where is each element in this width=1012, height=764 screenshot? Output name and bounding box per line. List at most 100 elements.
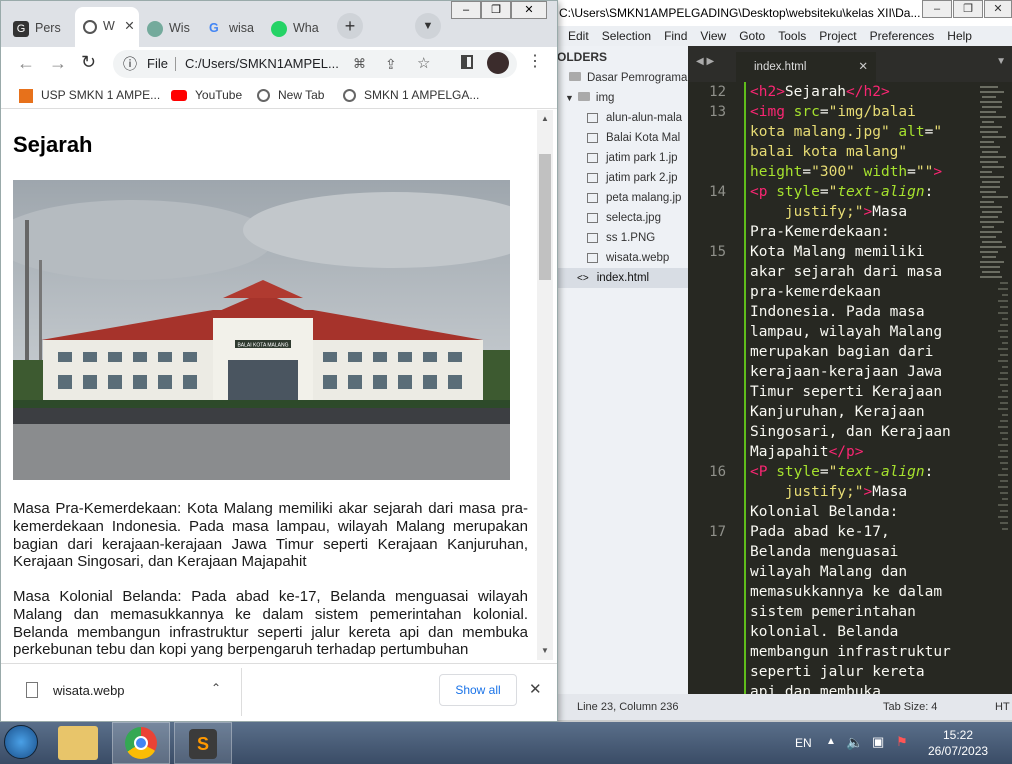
side-panel-icon[interactable] xyxy=(461,55,473,69)
editor-tab-bar: ◀ ▶ index.html ✕ ▼ xyxy=(688,46,1012,82)
line-number: 13 xyxy=(709,104,726,120)
bookmark-youtube[interactable]: YouTube xyxy=(171,81,242,109)
globe-favicon-icon xyxy=(83,19,97,34)
speaker-icon[interactable]: 🔈 xyxy=(846,734,863,751)
tab-active[interactable]: W ✕ xyxy=(75,7,139,47)
syntax-setting[interactable]: HT xyxy=(995,694,1010,720)
menu-item-selection[interactable]: Selection xyxy=(602,26,651,46)
menu-item-edit[interactable]: Edit xyxy=(568,26,589,46)
code-file-icon: <> xyxy=(577,273,589,284)
menu-item-find[interactable]: Find xyxy=(664,26,687,46)
clock-time[interactable]: 15:22 xyxy=(943,728,973,742)
share-icon[interactable]: ⇪ xyxy=(385,50,397,78)
tab-pers[interactable]: G Pers xyxy=(13,9,71,47)
tab-close-icon[interactable]: ✕ xyxy=(124,19,134,33)
file-item[interactable]: wisata.webp xyxy=(555,248,688,268)
new-tab-plus-icon[interactable]: + xyxy=(337,13,363,39)
info-icon[interactable]: ⓘ xyxy=(123,50,137,78)
whatsapp-favicon-icon xyxy=(271,20,287,37)
url-divider xyxy=(175,57,176,71)
file-item[interactable]: ss 1.PNG xyxy=(555,228,688,248)
show-all-button[interactable]: Show all xyxy=(439,674,517,706)
language-indicator[interactable]: EN xyxy=(795,736,812,750)
cursor-position: Line 23, Column 236 xyxy=(577,701,679,713)
file-item[interactable]: selecta.jpg xyxy=(555,208,688,228)
chevron-up-icon[interactable]: ⌃ xyxy=(211,681,221,695)
address-bar[interactable]: ⓘ File C:/Users/SMKN1AMPEL... ⌘ ⇪ ☆ xyxy=(113,50,517,78)
close-icon[interactable]: ✕ xyxy=(529,680,542,698)
start-button[interactable] xyxy=(4,725,38,759)
globe-icon xyxy=(343,89,356,103)
file-item[interactable]: alun-alun-mala xyxy=(555,108,688,128)
subfolder-item[interactable]: ▼ img xyxy=(555,88,688,108)
minimap[interactable] xyxy=(978,82,1012,694)
windows-taskbar: S EN ▲ 🔈 ▣ ⚑ 15:22 26/07/2023 xyxy=(0,722,1012,764)
bookmark-new-tab[interactable]: New Tab xyxy=(257,81,324,109)
web-page: Sejarah BALAI KOTA MALANG Masa Pra-Kemer… xyxy=(1,110,537,660)
file-item-active[interactable]: <> index.html xyxy=(555,268,688,288)
code-editor[interactable]: 12 13 14 15 16 17 <h2>Sejarah</h2> <img src="… xyxy=(688,82,1012,694)
clock-date[interactable]: 26/07/2023 xyxy=(928,744,988,758)
maximize-button[interactable]: ❐ xyxy=(953,0,983,18)
globe-icon xyxy=(257,89,270,103)
close-button[interactable]: ✕ xyxy=(984,0,1012,18)
tab-index-html[interactable]: index.html ✕ xyxy=(736,52,876,82)
menu-kebab-icon[interactable]: ⋮ xyxy=(527,51,543,71)
forward-arrow-icon[interactable]: → xyxy=(49,53,67,74)
menu-item-preferences[interactable]: Preferences xyxy=(870,26,935,46)
chevron-down-icon[interactable]: ▼ xyxy=(996,56,1006,67)
bookmark-usp[interactable]: USP SMKN 1 AMPE... xyxy=(19,81,160,109)
google-favicon-icon: G xyxy=(209,21,219,35)
network-icon[interactable]: ▣ xyxy=(872,734,884,750)
show-hidden-icons-icon[interactable]: ▲ xyxy=(826,736,836,747)
file-explorer-icon[interactable] xyxy=(58,726,98,760)
minimize-button[interactable]: – xyxy=(451,1,481,19)
bookmark-smkn[interactable]: SMKN 1 AMPELGA... xyxy=(343,81,479,109)
sublime-window: C:\Users\SMKN1AMPELGADING\Desktop\websit… xyxy=(555,0,1012,720)
menu-item-goto[interactable]: Goto xyxy=(739,26,765,46)
line-number: 16 xyxy=(709,464,726,480)
scroll-down-arrow-icon[interactable]: ▼ xyxy=(541,646,549,655)
menu-item-project[interactable]: Project xyxy=(819,26,856,46)
tab-search-chevron-icon[interactable]: ▼ xyxy=(415,13,441,39)
menu-item-help[interactable]: Help xyxy=(947,26,972,46)
url-text: C:/Users/SMKN1AMPEL... xyxy=(185,56,339,71)
minimize-button[interactable]: – xyxy=(922,0,952,18)
sidebar: OLDERS Dasar Pemrograma ▼ img alun-alun-m… xyxy=(555,46,688,694)
tab-size-setting[interactable]: Tab Size: 4 xyxy=(883,694,937,720)
tab-nav-arrows-icon[interactable]: ◀ ▶ xyxy=(696,56,714,67)
tab-close-icon[interactable]: ✕ xyxy=(858,52,868,82)
page-scrollbar[interactable]: ▲ ▼ xyxy=(537,110,553,660)
bookmarks-bar: USP SMKN 1 AMPE... YouTube New Tab SMKN … xyxy=(1,81,557,109)
divider xyxy=(241,668,242,716)
file-item[interactable]: Balai Kota Mal xyxy=(555,128,688,148)
image-file-icon xyxy=(587,212,598,223)
menu-item-tools[interactable]: Tools xyxy=(778,26,806,46)
download-filename[interactable]: wisata.webp xyxy=(53,683,125,698)
menu-item-view[interactable]: View xyxy=(700,26,726,46)
toolbar: ← → ↻ ⓘ File C:/Users/SMKN1AMPEL... ⌘ ⇪ … xyxy=(1,47,557,81)
translate-icon[interactable]: ⌘ xyxy=(353,50,366,78)
file-item[interactable]: jatim park 2.jp xyxy=(555,168,688,188)
file-icon xyxy=(26,682,38,698)
back-arrow-icon[interactable]: ← xyxy=(17,53,35,74)
sublime-taskbar-button[interactable]: S xyxy=(174,722,232,764)
chrome-taskbar-button[interactable] xyxy=(112,722,170,764)
folder-item[interactable]: Dasar Pemrograma xyxy=(555,68,688,88)
scrollbar-thumb[interactable] xyxy=(539,154,551,280)
tab-wis[interactable]: Wis xyxy=(147,9,201,47)
tab-wisa[interactable]: Gwisa xyxy=(209,9,263,47)
line-number: 17 xyxy=(709,524,726,540)
scroll-up-arrow-icon[interactable]: ▲ xyxy=(541,114,549,123)
close-button[interactable]: ✕ xyxy=(511,1,547,19)
maximize-button[interactable]: ❐ xyxy=(481,1,511,19)
bookmark-star-icon[interactable]: ☆ xyxy=(417,50,430,78)
flag-icon[interactable]: ⚑ xyxy=(896,734,908,750)
modified-line-indicator xyxy=(744,82,746,694)
reload-icon[interactable]: ↻ xyxy=(81,52,96,73)
file-item[interactable]: peta malang.jp xyxy=(555,188,688,208)
file-item[interactable]: jatim park 1.jp xyxy=(555,148,688,168)
code-text[interactable]: <h2>Sejarah</h2> <img src="img/balai kot… xyxy=(750,82,988,694)
profile-avatar[interactable] xyxy=(487,52,509,74)
tab-wha[interactable]: Wha xyxy=(271,9,329,47)
